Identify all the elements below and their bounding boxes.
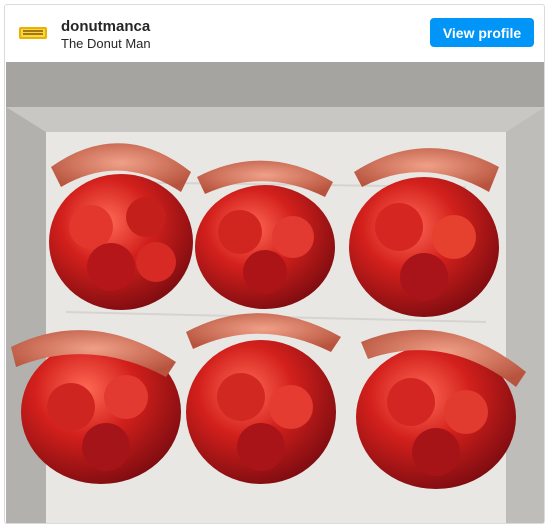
post-header: donutmanca The Donut Man View profile xyxy=(5,5,544,61)
strawberry-donuts-image xyxy=(6,62,544,523)
post-photo[interactable] xyxy=(6,62,544,523)
donut-1 xyxy=(49,143,193,310)
donut-man-logo xyxy=(19,27,47,39)
profile-avatar[interactable] xyxy=(17,19,49,47)
full-name: The Donut Man xyxy=(61,36,151,51)
username[interactable]: donutmanca xyxy=(61,18,150,35)
view-profile-button[interactable]: View profile xyxy=(430,18,534,47)
embed-card: donutmanca The Donut Man View profile xyxy=(4,4,545,524)
